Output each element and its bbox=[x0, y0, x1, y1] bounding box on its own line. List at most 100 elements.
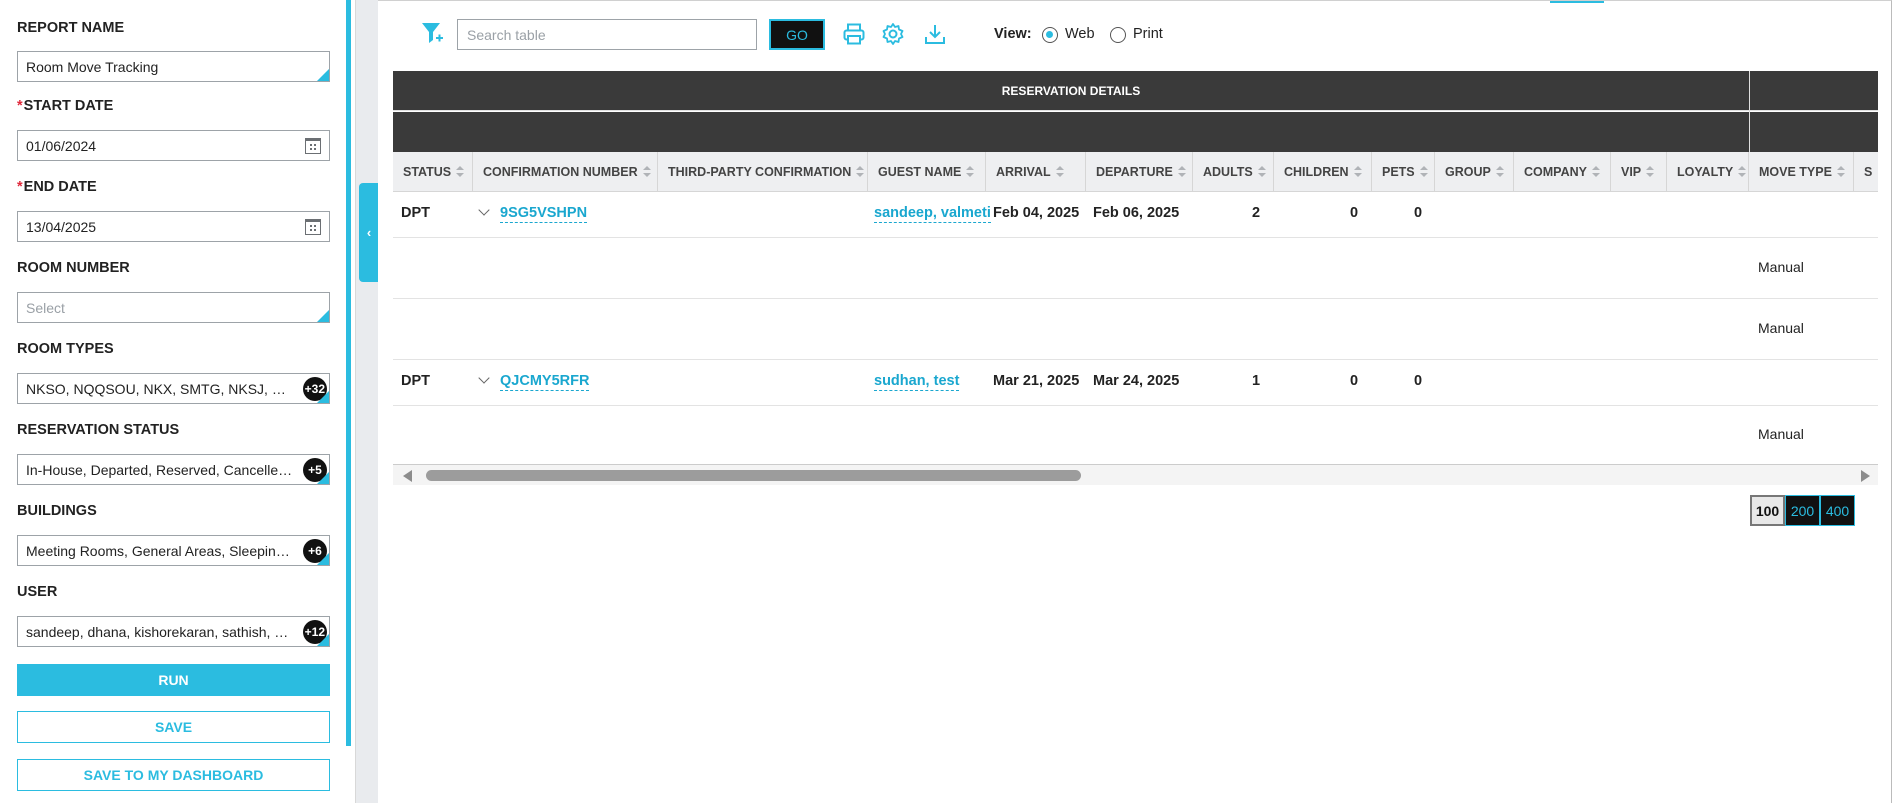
sort-icon[interactable] bbox=[1836, 166, 1845, 178]
view-print-label[interactable]: Print bbox=[1133, 26, 1163, 42]
save-button[interactable]: SAVE bbox=[17, 711, 330, 743]
view-print-radio[interactable] bbox=[1110, 27, 1126, 43]
end-date-label-text: END DATE bbox=[23, 179, 97, 195]
col-status[interactable]: STATUS bbox=[393, 152, 473, 192]
filter-icon[interactable] bbox=[420, 20, 444, 48]
search-input[interactable]: Search table bbox=[457, 19, 757, 50]
room-types-select[interactable]: NKSO, NQQSOU, NKX, SMTG, NKSJ, NKSX, NQQ… bbox=[17, 373, 330, 404]
col-label: VIP bbox=[1621, 165, 1642, 179]
col-departure[interactable]: DEPARTURE bbox=[1086, 152, 1193, 192]
col-children[interactable]: CHILDREN bbox=[1274, 152, 1372, 192]
sort-icon[interactable] bbox=[966, 166, 975, 178]
sort-icon[interactable] bbox=[1738, 166, 1747, 178]
col-label: ADULTS bbox=[1203, 165, 1253, 179]
reservation-status-label: RESERVATION STATUS bbox=[17, 422, 180, 438]
buildings-value: Meeting Rooms, General Areas, Sleeping R… bbox=[26, 542, 321, 559]
table-horizontal-scrollbar[interactable] bbox=[393, 465, 1878, 485]
col-label: DEPARTURE bbox=[1096, 165, 1173, 179]
buildings-select[interactable]: Meeting Rooms, General Areas, Sleeping R… bbox=[17, 535, 330, 566]
sort-icon[interactable] bbox=[1055, 166, 1064, 178]
sort-icon[interactable] bbox=[1495, 166, 1504, 178]
room-types-label: ROOM TYPES bbox=[17, 341, 114, 357]
adults-cell: 2 bbox=[1252, 205, 1261, 221]
reservation-status-select[interactable]: In-House, Departed, Reserved, Cancelled,… bbox=[17, 454, 330, 485]
report-name-field[interactable]: Room Move Tracking bbox=[17, 51, 330, 82]
confirmation-link[interactable]: 9SG5VSHPN bbox=[500, 205, 588, 223]
col-loyalty[interactable]: LOYALTY bbox=[1667, 152, 1749, 192]
sort-icon[interactable] bbox=[1177, 166, 1186, 178]
save-to-dashboard-button[interactable]: SAVE TO MY DASHBOARD bbox=[17, 759, 330, 791]
page-size-400[interactable]: 400 bbox=[1820, 495, 1855, 526]
download-icon[interactable] bbox=[923, 22, 947, 46]
scroll-left-icon[interactable] bbox=[403, 470, 412, 482]
confirmation-link[interactable]: QJCMY5RFR bbox=[500, 373, 590, 391]
resize-corner-icon bbox=[317, 310, 329, 322]
guest-name-link[interactable]: sudhan, test bbox=[874, 373, 960, 391]
go-button[interactable]: GO bbox=[769, 19, 825, 50]
report-name-value: Room Move Tracking bbox=[26, 58, 159, 75]
gear-icon[interactable] bbox=[881, 22, 905, 46]
adults-cell: 1 bbox=[1252, 373, 1261, 389]
guest-name-link[interactable]: sandeep, valmeti bbox=[874, 205, 991, 223]
run-button[interactable]: RUN bbox=[17, 664, 330, 696]
sort-icon[interactable] bbox=[1646, 166, 1655, 178]
panel-scrollbar[interactable] bbox=[346, 0, 351, 746]
table-subheader-band bbox=[393, 112, 1878, 152]
resize-corner-icon bbox=[317, 472, 329, 484]
col-pets[interactable]: PETS bbox=[1372, 152, 1435, 192]
col-move-type[interactable]: MOVE TYPE bbox=[1749, 152, 1854, 192]
page-size-100[interactable]: 100 bbox=[1750, 495, 1785, 526]
room-number-select[interactable]: Select bbox=[17, 292, 330, 323]
end-date-field[interactable]: 13/04/2025 bbox=[17, 211, 330, 242]
calendar-icon[interactable] bbox=[305, 219, 321, 235]
col-label: CHILDREN bbox=[1284, 165, 1349, 179]
resize-corner-icon bbox=[317, 69, 329, 81]
room-number-label: ROOM NUMBER bbox=[17, 260, 130, 276]
col-label: PETS bbox=[1382, 165, 1415, 179]
col-vip[interactable]: VIP bbox=[1611, 152, 1667, 192]
report-name-label: REPORT NAME bbox=[17, 20, 125, 36]
scroll-thumb[interactable] bbox=[426, 470, 1081, 481]
col-label: THIRD-PARTY CONFIRMATION bbox=[668, 165, 852, 179]
col-adults[interactable]: ADULTS bbox=[1193, 152, 1274, 192]
table-subrow: Manual bbox=[393, 238, 1878, 299]
col-group[interactable]: GROUP bbox=[1435, 152, 1514, 192]
view-web-radio[interactable] bbox=[1042, 27, 1058, 43]
pets-cell: 0 bbox=[1414, 373, 1423, 389]
print-icon[interactable] bbox=[842, 22, 866, 46]
sort-icon[interactable] bbox=[456, 166, 465, 178]
sort-icon[interactable] bbox=[642, 166, 651, 178]
page-size-200[interactable]: 200 bbox=[1785, 495, 1820, 526]
col-arrival[interactable]: ARRIVAL bbox=[986, 152, 1086, 192]
sort-icon[interactable] bbox=[856, 166, 865, 178]
view-web-label[interactable]: Web bbox=[1065, 26, 1095, 42]
arrival-cell: Feb 04, 2025 bbox=[993, 205, 1080, 221]
scroll-right-icon[interactable] bbox=[1861, 470, 1870, 482]
col-label: GUEST NAME bbox=[878, 165, 962, 179]
resize-corner-icon bbox=[317, 634, 329, 646]
children-cell: 0 bbox=[1350, 373, 1359, 389]
view-label: View: bbox=[994, 26, 1032, 42]
page-size-selector: 100 200 400 bbox=[1750, 495, 1855, 526]
collapse-panel-icon[interactable]: ‹ bbox=[359, 183, 379, 282]
table-subrow: Manual bbox=[393, 299, 1878, 360]
calendar-icon[interactable] bbox=[305, 138, 321, 154]
sort-icon[interactable] bbox=[1419, 166, 1428, 178]
user-select[interactable]: sandeep, dhana, kishorekaran, sathish, s… bbox=[17, 616, 330, 647]
col-truncated[interactable]: S bbox=[1854, 152, 1878, 192]
buildings-label: BUILDINGS bbox=[17, 503, 97, 519]
col-third-party-confirmation[interactable]: THIRD-PARTY CONFIRMATION bbox=[658, 152, 868, 192]
col-label: COMPANY bbox=[1524, 165, 1587, 179]
start-date-field[interactable]: 01/06/2024 bbox=[17, 130, 330, 161]
chevron-down-icon[interactable] bbox=[478, 372, 490, 384]
report-main: Search table GO View: Web Print RESERVAT… bbox=[378, 0, 1892, 803]
col-company[interactable]: COMPANY bbox=[1514, 152, 1611, 192]
table-row: DPT QJCMY5RFR sudhan, test Mar 21, 2025 … bbox=[393, 360, 1878, 406]
sort-icon[interactable] bbox=[1591, 166, 1600, 178]
sort-icon[interactable] bbox=[1353, 166, 1362, 178]
chevron-down-icon[interactable] bbox=[478, 204, 490, 216]
col-guest-name[interactable]: GUEST NAME bbox=[868, 152, 986, 192]
sort-icon[interactable] bbox=[1257, 166, 1266, 178]
col-label: LOYALTY bbox=[1677, 165, 1734, 179]
col-confirmation-number[interactable]: CONFIRMATION NUMBER bbox=[473, 152, 658, 192]
